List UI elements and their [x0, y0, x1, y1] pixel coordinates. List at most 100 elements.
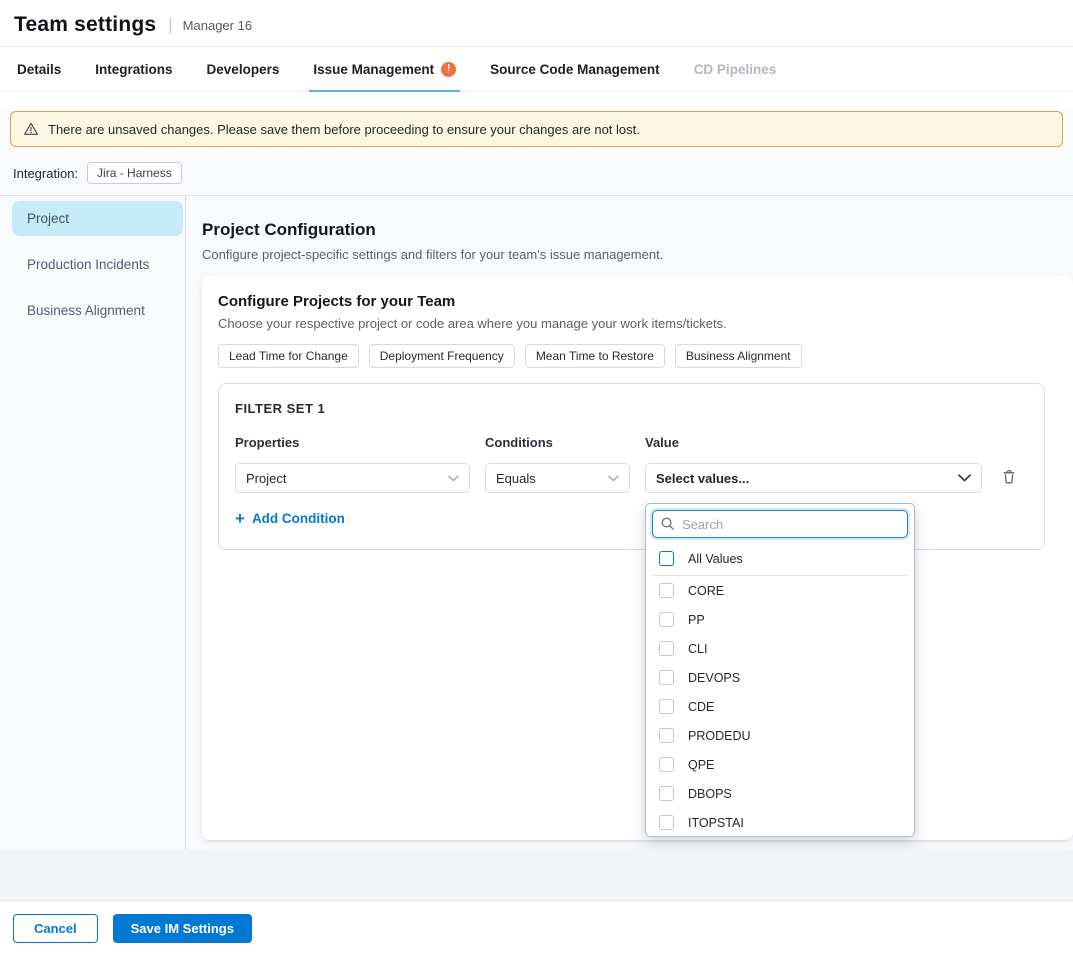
- search-input[interactable]: [652, 510, 908, 538]
- bottom-spacer: [0, 849, 1073, 900]
- delete-condition-button[interactable]: [997, 466, 1021, 490]
- option-label: CLI: [688, 642, 707, 656]
- checkbox[interactable]: [659, 757, 674, 772]
- integration-label: Integration:: [13, 166, 78, 181]
- settings-columns: Project Production Incidents Business Al…: [0, 195, 1073, 849]
- trash-icon: [1001, 468, 1017, 485]
- chip-deployment-frequency[interactable]: Deployment Frequency: [369, 344, 515, 368]
- chevron-down-icon: [958, 474, 971, 482]
- filter-set-1: FILTER SET 1 Properties Conditions Value…: [218, 383, 1045, 550]
- sidebar-item-production-incidents[interactable]: Production Incidents: [12, 247, 183, 282]
- option-label: QPE: [688, 758, 714, 772]
- checkbox[interactable]: [659, 583, 674, 598]
- page-subtitle: Manager 16: [183, 18, 252, 33]
- section-subtitle: Configure project-specific settings and …: [202, 247, 1073, 262]
- tab-developers[interactable]: Developers: [207, 47, 280, 91]
- plus-icon: +: [235, 510, 245, 527]
- tab-label: CD Pipelines: [694, 62, 777, 77]
- chip-mean-time-to-restore[interactable]: Mean Time to Restore: [525, 344, 665, 368]
- configure-projects-card: Configure Projects for your Team Choose …: [202, 275, 1073, 840]
- tab-integrations[interactable]: Integrations: [95, 47, 172, 91]
- search-icon: [660, 516, 675, 536]
- checkbox[interactable]: [659, 641, 674, 656]
- section-title: Project Configuration: [202, 220, 1073, 240]
- value-select-placeholder: Select values...: [656, 471, 749, 486]
- condition-select[interactable]: Equals: [485, 463, 630, 493]
- card-subtitle: Choose your respective project or code a…: [218, 316, 1057, 331]
- chevron-down-icon: [448, 475, 459, 482]
- tab-label: Issue Management: [313, 62, 434, 77]
- tab-label: Details: [17, 62, 61, 77]
- checkbox[interactable]: [659, 728, 674, 743]
- tab-details[interactable]: Details: [17, 47, 61, 91]
- condition-select-value: Equals: [496, 471, 536, 486]
- option-label: CORE: [688, 584, 724, 598]
- alert-badge-icon: !: [441, 62, 456, 77]
- checkbox[interactable]: [659, 612, 674, 627]
- option-devops[interactable]: DEVOPS: [652, 663, 908, 692]
- value-search-box: [652, 510, 908, 538]
- properties-column-header: Properties: [235, 435, 470, 450]
- option-label: PP: [688, 613, 705, 627]
- cancel-button[interactable]: Cancel: [13, 914, 98, 943]
- tab-label: Integrations: [95, 62, 172, 77]
- all-values-checkbox[interactable]: [659, 551, 674, 566]
- integration-row: Integration: Jira - Harness: [0, 147, 1073, 195]
- option-label: All Values: [688, 552, 743, 566]
- add-condition-label: Add Condition: [252, 511, 345, 526]
- option-itopstai[interactable]: ITOPSTAI: [652, 808, 908, 837]
- tab-bar: Details Integrations Developers Issue Ma…: [0, 46, 1073, 92]
- checkbox[interactable]: [659, 786, 674, 801]
- metric-chips: Lead Time for Change Deployment Frequenc…: [218, 344, 1057, 368]
- tab-label: Developers: [207, 62, 280, 77]
- option-label: PRODEDU: [688, 729, 751, 743]
- tab-cd-pipelines: CD Pipelines: [694, 47, 777, 91]
- option-pp[interactable]: PP: [652, 605, 908, 634]
- option-label: DBOPS: [688, 787, 732, 801]
- checkbox[interactable]: [659, 815, 674, 830]
- value-dropdown-panel: All Values CORE: [645, 503, 915, 837]
- checkbox[interactable]: [659, 670, 674, 685]
- add-condition-button[interactable]: + Add Condition: [235, 510, 345, 527]
- main-panel: Project Configuration Configure project-…: [186, 196, 1073, 849]
- value-select[interactable]: Select values...: [645, 463, 982, 493]
- page-header: Team settings | Manager 16: [0, 0, 1073, 46]
- unsaved-changes-banner: There are unsaved changes. Please save t…: [10, 111, 1063, 147]
- option-all-values[interactable]: All Values: [652, 542, 908, 576]
- option-cde[interactable]: CDE: [652, 692, 908, 721]
- option-cli[interactable]: CLI: [652, 634, 908, 663]
- option-prodedu[interactable]: PRODEDU: [652, 721, 908, 750]
- option-label: DEVOPS: [688, 671, 740, 685]
- property-select-value: Project: [246, 471, 286, 486]
- checkbox[interactable]: [659, 699, 674, 714]
- filter-set-title: FILTER SET 1: [235, 401, 1028, 416]
- option-label: ITOPSTAI: [688, 816, 744, 830]
- team-settings-page: Team settings | Manager 16 Details Integ…: [0, 0, 1073, 956]
- warning-triangle-icon: [23, 121, 39, 137]
- card-title: Configure Projects for your Team: [218, 293, 1057, 310]
- conditions-column-header: Conditions: [485, 435, 630, 450]
- action-bar: Cancel Save IM Settings: [0, 900, 1073, 956]
- integration-chip[interactable]: Jira - Harness: [87, 162, 182, 184]
- option-qpe[interactable]: QPE: [652, 750, 908, 779]
- sidebar-item-project[interactable]: Project: [12, 201, 183, 236]
- chip-business-alignment[interactable]: Business Alignment: [675, 344, 802, 368]
- option-dbops[interactable]: DBOPS: [652, 779, 908, 808]
- option-core[interactable]: CORE: [652, 576, 908, 605]
- tab-issue-management[interactable]: Issue Management !: [313, 47, 456, 91]
- content-area: There are unsaved changes. Please save t…: [0, 111, 1073, 900]
- chevron-down-icon: [608, 475, 619, 482]
- value-select-wrapper: Select values...: [645, 463, 982, 493]
- title-divider: |: [168, 15, 172, 35]
- value-options-list: CORE PP CLI: [652, 576, 908, 837]
- option-label: CDE: [688, 700, 714, 714]
- property-select[interactable]: Project: [235, 463, 470, 493]
- sidebar-item-business-alignment[interactable]: Business Alignment: [12, 293, 183, 328]
- chip-lead-time-for-change[interactable]: Lead Time for Change: [218, 344, 359, 368]
- tab-source-code-management[interactable]: Source Code Management: [490, 47, 660, 91]
- banner-text: There are unsaved changes. Please save t…: [48, 122, 640, 137]
- settings-sidebar: Project Production Incidents Business Al…: [0, 196, 186, 849]
- tab-label: Source Code Management: [490, 62, 660, 77]
- save-im-settings-button[interactable]: Save IM Settings: [113, 914, 252, 943]
- filter-grid: Properties Conditions Value Project: [235, 435, 1028, 493]
